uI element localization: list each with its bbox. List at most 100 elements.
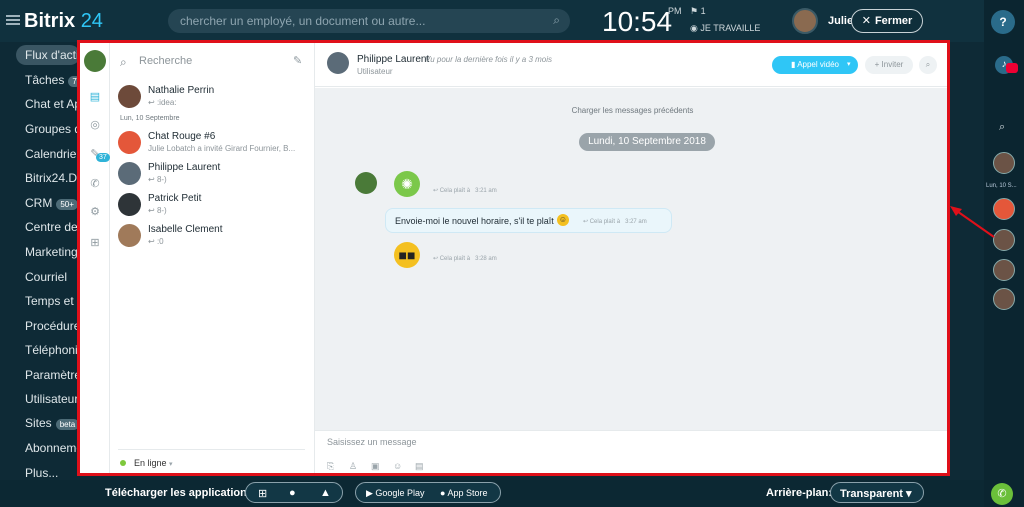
message-meta: ↩ Cela plaît à 3:21 am xyxy=(433,188,497,194)
nav-item-groups[interactable]: Groupes de travail xyxy=(25,122,80,136)
recent-avatar[interactable] xyxy=(993,229,1015,251)
chat-icon[interactable]: ▤ xyxy=(88,90,102,104)
nav-item-more[interactable]: Plus... xyxy=(25,466,80,480)
nav-item-sites[interactable]: Sites beta xyxy=(25,416,80,430)
contacts-search-input[interactable]: ⌕ Recherche xyxy=(120,55,305,71)
contact-preview: ↩ :0 xyxy=(148,237,164,246)
chat-messages[interactable]: Charger les messages précédents Lundi, 1… xyxy=(315,88,947,430)
like-label[interactable]: Cela plaît à xyxy=(440,188,470,194)
annotation-arrow-icon xyxy=(950,206,995,238)
message-time: 3:21 am xyxy=(475,188,497,194)
smile-emoji-icon: ☺ xyxy=(557,214,569,226)
linux-icon[interactable]: ▲ xyxy=(320,487,331,499)
message-bubble[interactable]: Envoie-moi le nouvel horaire, s'il te pl… xyxy=(385,208,672,233)
avatar xyxy=(118,162,141,185)
nav-label: Paramètres xyxy=(25,368,80,382)
recent-avatar[interactable] xyxy=(993,152,1015,174)
clock-ampm: PM xyxy=(668,6,682,16)
invite-button[interactable]: + Inviter xyxy=(865,56,913,74)
nav-badge: 50+ xyxy=(56,199,78,210)
unread-badge: 37 xyxy=(96,153,110,162)
nav-label: CRM xyxy=(25,196,53,210)
nav-item-users[interactable]: Utilisateurs xyxy=(25,392,80,406)
apple-icon[interactable]: ● xyxy=(289,487,296,499)
app-store-link[interactable]: ● App Store xyxy=(440,488,487,498)
preview-text: 8-) xyxy=(156,206,167,215)
my-avatar[interactable] xyxy=(84,50,106,72)
close-button[interactable]: ✕ Fermer xyxy=(851,9,923,33)
nav-item-procedures[interactable]: Procédures xyxy=(25,319,80,333)
logo[interactable]: Bitrix 24 xyxy=(24,10,103,33)
nav-label: Utilisateurs xyxy=(25,392,80,406)
message-input[interactable]: Saisissez un message ⎘ ♙ ▣ ☺ ▤ xyxy=(315,430,947,473)
recent-chat-avatar[interactable] xyxy=(993,198,1015,220)
mention-user-icon[interactable]: ♙ xyxy=(349,461,357,472)
windows-icon[interactable]: ⊞ xyxy=(258,487,267,500)
nav-item-tasks[interactable]: Tâches 7 xyxy=(25,73,80,87)
help-icon[interactable]: ? xyxy=(991,10,1015,34)
global-search-placeholder: chercher un employé, un document ou autr… xyxy=(180,14,426,28)
nav-item-time[interactable]: Temps et rapports xyxy=(25,294,80,308)
sender-avatar[interactable] xyxy=(355,172,377,194)
load-previous-link[interactable]: Charger les messages précédents xyxy=(315,106,947,115)
recent-avatar[interactable] xyxy=(993,288,1015,310)
menu-icon[interactable] xyxy=(6,15,20,25)
attach-icon[interactable]: ⎘ xyxy=(327,461,334,472)
contact-item[interactable]: Chat Rouge #6 Julie Lobatch a invité Gir… xyxy=(118,131,313,159)
nav-item-contact-center[interactable]: Centre de contact xyxy=(25,220,80,234)
phone-icon[interactable]: ✆ xyxy=(991,483,1013,505)
contact-item[interactable]: Nathalie Perrin ↩ :idea: xyxy=(118,85,313,113)
nav-item-activity[interactable]: Flux d'activités xyxy=(25,48,80,62)
file-icon[interactable]: ▤ xyxy=(415,461,424,472)
chevron-down-icon: ▾ xyxy=(169,461,173,468)
last-seen: Vu pour la dernière fois il y a 3 mois xyxy=(425,55,553,64)
chat-avatar[interactable] xyxy=(327,52,349,74)
background-select[interactable]: Transparent ▾ xyxy=(830,482,924,503)
user-avatar[interactable] xyxy=(792,8,818,34)
like-label[interactable]: Cela plaît à xyxy=(440,256,470,262)
format-icon[interactable]: ▣ xyxy=(371,461,380,472)
nav-item-calendar[interactable]: Calendrier xyxy=(25,147,80,161)
phone-icon[interactable]: ✆ xyxy=(88,177,102,191)
nav-label: Téléphonie xyxy=(25,343,80,357)
nav-item-mail[interactable]: Courriel xyxy=(25,270,80,284)
close-label: Fermer xyxy=(874,15,913,27)
global-search-input[interactable]: chercher un employé, un document ou autr… xyxy=(168,9,570,33)
open-lines-icon[interactable]: ◎ xyxy=(88,118,102,132)
search-icon[interactable]: ⌕ xyxy=(919,56,937,74)
clock: 10:54 xyxy=(602,6,673,37)
nav-label: Procédures xyxy=(25,319,80,333)
nav-item-settings[interactable]: Paramètres xyxy=(25,368,80,382)
message-placeholder: Saisissez un message xyxy=(327,437,417,447)
compose-icon[interactable]: ✎ xyxy=(293,54,302,67)
video-call-button[interactable]: ▮ Appel vidéo xyxy=(772,56,858,74)
settings-icon[interactable]: ⚙ xyxy=(88,205,102,219)
desktop-apps-group: ⊞ ● ▲ xyxy=(245,482,343,503)
chevron-down-icon[interactable]: ▾ xyxy=(847,56,851,74)
nav-item-chat[interactable]: Chat et Appels xyxy=(25,97,80,111)
google-play-link[interactable]: ▶ Google Play xyxy=(366,488,424,499)
search-icon[interactable]: ⌕ xyxy=(999,121,1005,134)
nav-label: Flux d'activités xyxy=(25,48,80,62)
nav-item-telephony[interactable]: Téléphonie xyxy=(25,343,80,357)
contact-item[interactable]: Patrick Petit ↩ 8-) xyxy=(118,193,313,221)
add-chat-icon[interactable]: ⊞ xyxy=(88,236,102,250)
work-status[interactable]: ◉ JE TRAVAILLE xyxy=(690,23,760,34)
online-dot-icon xyxy=(120,460,126,466)
like-label[interactable]: Cela plaît à xyxy=(590,219,620,225)
nav-label: Abonnements xyxy=(25,441,80,455)
nav-label: Marketing xyxy=(25,245,78,259)
emoji-icon[interactable]: ☺ xyxy=(393,461,402,471)
status-selector[interactable]: En ligne ▾ xyxy=(120,458,173,468)
chat-title[interactable]: Philippe Laurent xyxy=(357,54,429,65)
bulb-emoji-icon: ✺ xyxy=(394,171,420,197)
contact-item[interactable]: Philippe Laurent ↩ 8-) xyxy=(118,162,313,190)
nav-item-subscriptions[interactable]: Abonnements xyxy=(25,441,80,455)
recent-avatar[interactable] xyxy=(993,259,1015,281)
nav-item-drive[interactable]: Bitrix24.Drive xyxy=(25,171,80,185)
nav-label: Calendrier xyxy=(25,147,80,161)
contact-item[interactable]: Isabelle Clement ↩ :0 xyxy=(118,224,313,252)
nav-label: Plus... xyxy=(25,466,59,480)
nav-item-marketing[interactable]: Marketing xyxy=(25,245,80,259)
nav-item-crm[interactable]: CRM 50+ xyxy=(25,196,80,210)
